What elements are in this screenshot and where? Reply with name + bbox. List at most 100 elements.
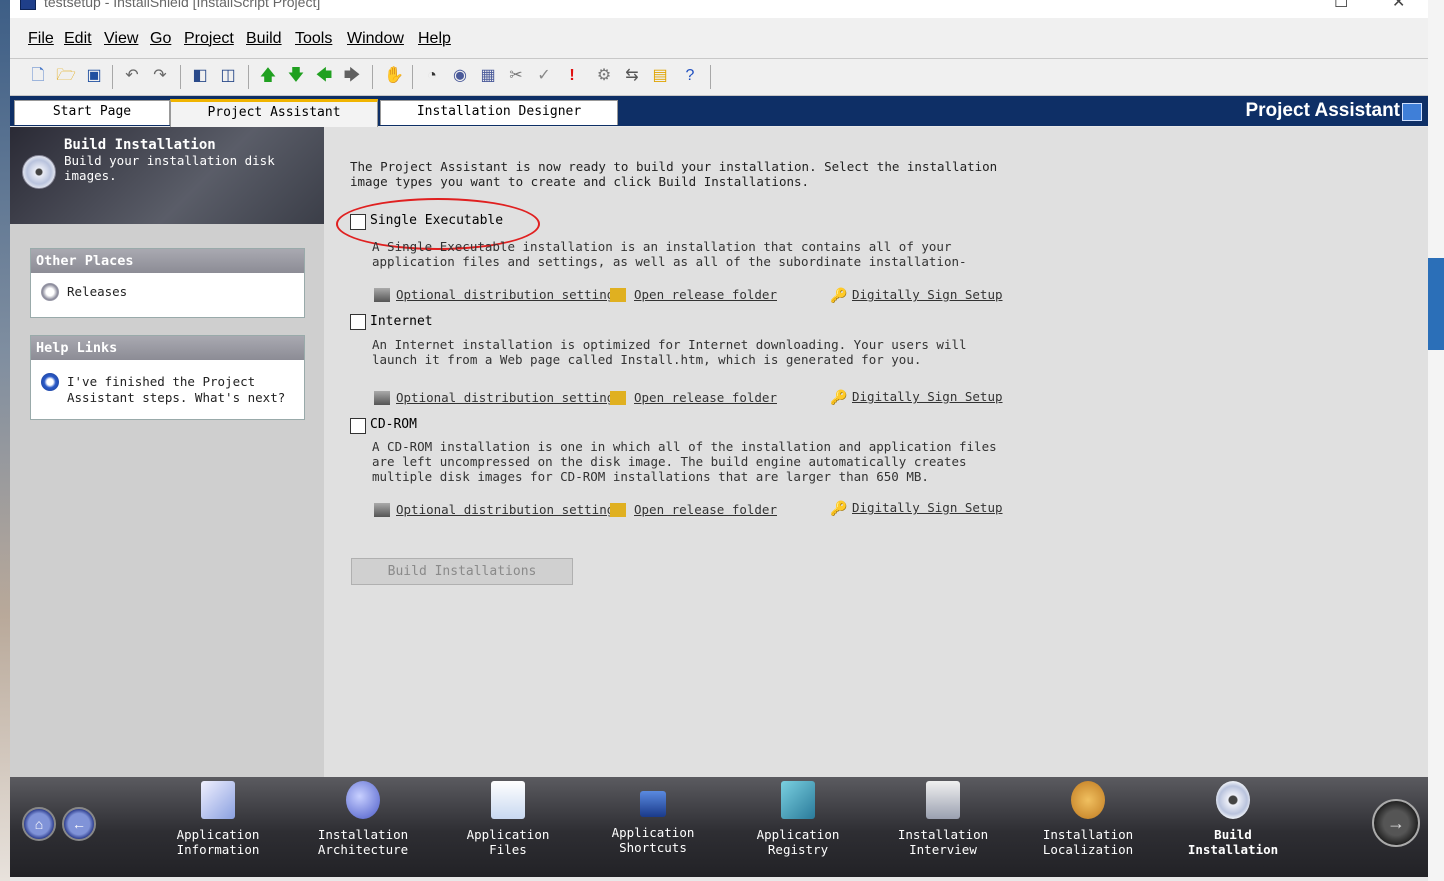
page-title: Project Assistant [1245,100,1400,121]
folder-icon [610,288,626,302]
release-icon[interactable]: ⇆ [622,66,642,86]
folder-icon [610,503,626,517]
save-icon[interactable]: ▣ [84,66,104,86]
hand-icon[interactable]: ✋ [384,66,404,86]
project-assistant-icon [1402,103,1422,121]
menu-tools[interactable]: Tools [295,30,332,48]
toolbar: 🗋 🗁 ▣ ↶ ↷ ◧ ◫ 🡅 🡇 🡄 🡆 ✋ ◔ ◉ ▦ ✂ ✓ ! ⚙ ⇆ … [10,59,1428,96]
releases-icon [41,283,59,301]
cd-rom-label: CD-ROM [370,417,417,432]
undo-icon[interactable]: ↶ [122,66,142,86]
check-icon[interactable]: ✓ [534,66,554,86]
installation-architecture-icon [346,781,380,819]
tools-icon[interactable]: ✂ [506,66,526,86]
step-application-information[interactable]: Application Information [158,781,278,857]
tab-start-page[interactable]: Start Page [14,100,170,125]
arrow-up-icon[interactable]: 🡅 [258,66,278,86]
build-icon[interactable]: ◉ [450,66,470,86]
releases-link[interactable]: Releases [31,283,304,301]
panel-left-icon[interactable]: ◧ [190,66,210,86]
step-installation-architecture[interactable]: Installation Architecture [303,781,423,857]
tab-strip: Start Page Project Assistant Installatio… [10,96,1428,128]
main-content: The Project Assistant is now ready to bu… [324,127,1428,777]
settings-icon [374,391,390,405]
help-question-icon [41,373,59,391]
digitally-sign-link[interactable]: Digitally Sign Setup [852,287,1003,302]
maximize-icon[interactable]: ☐ [1334,0,1348,12]
app-icon [20,0,36,10]
single-executable-checkbox[interactable] [350,214,366,230]
step-application-shortcuts[interactable]: Application Shortcuts [593,781,713,855]
step-application-files[interactable]: Application Files [448,781,568,857]
settings-icon[interactable]: ⚙ [594,66,614,86]
menu-edit[interactable]: Edit [64,30,92,48]
close-icon[interactable]: ✕ [1392,0,1405,12]
build-installations-button[interactable]: Build Installations [351,558,573,585]
arrow-right-icon[interactable]: 🡆 [342,66,362,86]
open-folder-icon[interactable]: 🗁 [56,66,76,86]
digitally-sign-link[interactable]: Digitally Sign Setup [852,500,1003,515]
digitally-sign-link[interactable]: Digitally Sign Setup [852,389,1003,404]
title-bar: testsetup - InstallShield [InstallScript… [10,0,1428,19]
settings-icon [374,288,390,302]
media-icon[interactable]: ▦ [478,66,498,86]
desktop-edge-right [1428,0,1444,881]
internet-label: Internet [370,314,433,329]
folder-icon [610,391,626,405]
help-icon[interactable]: ? [680,66,700,86]
internet-checkbox[interactable] [350,314,366,330]
menu-window[interactable]: Window [347,30,404,48]
menu-build[interactable]: Build [246,30,282,48]
other-places-header: Other Places [31,249,304,273]
installshield-window: testsetup - InstallShield [InstallScript… [10,0,1428,881]
menu-go[interactable]: Go [150,30,171,48]
menu-help[interactable]: Help [418,30,451,48]
error-icon[interactable]: ! [562,66,582,86]
help-link-next-steps[interactable]: I've finished the Project Assistant step… [31,373,287,406]
desktop-edge-left [0,0,10,881]
key-icon: 🔑 [830,500,848,516]
cd-rom-checkbox[interactable] [350,418,366,434]
help-links-header: Help Links [31,336,304,360]
left-panel: Build Installation Build your installati… [10,127,324,777]
build-subtitle: Build your installation disk images. [64,153,275,183]
optional-distribution-link[interactable]: Optional distribution settings [396,287,622,302]
arrow-down-icon[interactable]: 🡇 [286,66,306,86]
next-button[interactable]: → [1372,799,1420,847]
open-release-folder-link[interactable]: Open release folder [634,287,777,302]
step-installation-interview[interactable]: Installation Interview [883,781,1003,857]
application-information-icon [201,781,235,819]
new-file-icon[interactable]: 🗋 [28,66,48,86]
application-shortcuts-icon [640,791,666,817]
step-build-installation[interactable]: Build Installation [1173,781,1293,857]
menu-view[interactable]: View [104,30,138,48]
step-application-registry[interactable]: Application Registry [738,781,858,857]
installation-localization-icon [1071,781,1105,819]
tab-installation-designer[interactable]: Installation Designer [380,100,618,125]
window-title: testsetup - InstallShield [InstallScript… [44,0,321,10]
application-files-icon [491,781,525,819]
optional-distribution-link[interactable]: Optional distribution settings [396,390,622,405]
package-icon[interactable]: ▤ [650,66,670,86]
redo-icon[interactable]: ↷ [150,66,170,86]
compile-icon[interactable]: ◔ [422,66,442,86]
open-release-folder-link[interactable]: Open release folder [634,502,777,517]
single-executable-description: A Single Executable installation is an i… [372,239,967,269]
installation-interview-icon [926,781,960,819]
menu-project[interactable]: Project [184,30,234,48]
settings-icon [374,503,390,517]
build-title: Build Installation [64,137,216,153]
menu-file[interactable]: File [28,30,54,48]
optional-distribution-link[interactable]: Optional distribution settings [396,502,622,517]
cd-icon [22,155,56,189]
back-button[interactable]: ← [62,807,96,841]
panel-split-icon[interactable]: ◫ [218,66,238,86]
open-release-folder-link[interactable]: Open release folder [634,390,777,405]
arrow-left-icon[interactable]: 🡄 [314,66,334,86]
key-icon: 🔑 [830,389,848,405]
tab-project-assistant[interactable]: Project Assistant [170,99,378,128]
menu-bar: File Edit View Go Project Build Tools Wi… [10,18,1428,59]
step-installation-localization[interactable]: Installation Localization [1028,781,1148,857]
home-button[interactable]: ⌂ [22,807,56,841]
releases-label: Releases [67,284,128,299]
